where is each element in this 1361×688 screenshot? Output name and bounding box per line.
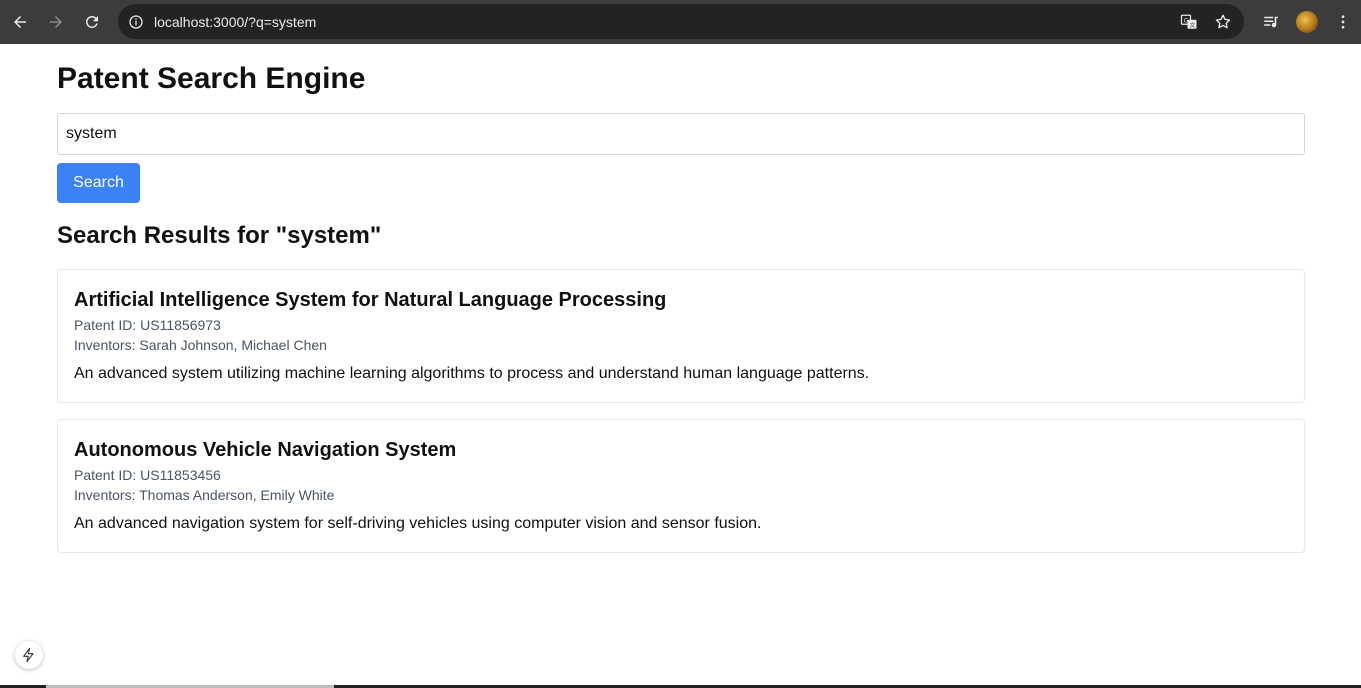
search-button[interactable]: Search — [57, 163, 140, 203]
result-inventors: Inventors: Thomas Anderson, Emily White — [74, 487, 335, 503]
forward-button[interactable] — [38, 4, 74, 40]
translate-icon[interactable]: G文 — [1178, 11, 1200, 33]
lightning-bolt-icon — [23, 647, 34, 663]
result-description: An advanced system utilizing machine lea… — [74, 365, 870, 382]
result-patent-id: Patent ID: US11853456 — [74, 467, 221, 483]
page-title: Patent Search Engine — [57, 62, 366, 95]
address-bar[interactable]: localhost:3000/?q=system G文 — [118, 4, 1244, 39]
result-description: An advanced navigation system for self-d… — [74, 515, 762, 532]
profile-avatar-icon[interactable] — [1292, 7, 1322, 37]
result-inventors: Inventors: Sarah Johnson, Michael Chen — [74, 337, 327, 353]
result-card: Artificial Intelligence System for Natur… — [57, 269, 1305, 403]
svg-text:G: G — [1184, 17, 1189, 24]
result-card: Autonomous Vehicle Navigation System Pat… — [57, 419, 1305, 553]
site-info-icon[interactable] — [126, 12, 146, 32]
back-arrow-icon — [14, 16, 26, 28]
forward-arrow-icon — [50, 16, 62, 28]
bookmark-star-icon[interactable] — [1212, 11, 1234, 33]
result-title: Autonomous Vehicle Navigation System — [74, 439, 457, 461]
results-heading: Search Results for "system" — [57, 222, 382, 249]
reload-button[interactable] — [74, 4, 110, 40]
result-patent-id: Patent ID: US11856973 — [74, 317, 221, 333]
main-content: Patent Search Engine Search Search Resul… — [57, 44, 1305, 553]
reload-icon — [85, 15, 98, 28]
media-playlist-icon[interactable] — [1256, 7, 1286, 37]
browser-toolbar: localhost:3000/?q=system G文 — [0, 0, 1361, 44]
result-title: Artificial Intelligence System for Natur… — [74, 289, 667, 311]
search-input[interactable] — [57, 113, 1305, 155]
kebab-menu-icon[interactable] — [1328, 7, 1358, 37]
back-button[interactable] — [2, 4, 38, 40]
url-text[interactable]: localhost:3000/?q=system — [154, 14, 316, 30]
dev-tools-badge[interactable] — [15, 641, 43, 669]
